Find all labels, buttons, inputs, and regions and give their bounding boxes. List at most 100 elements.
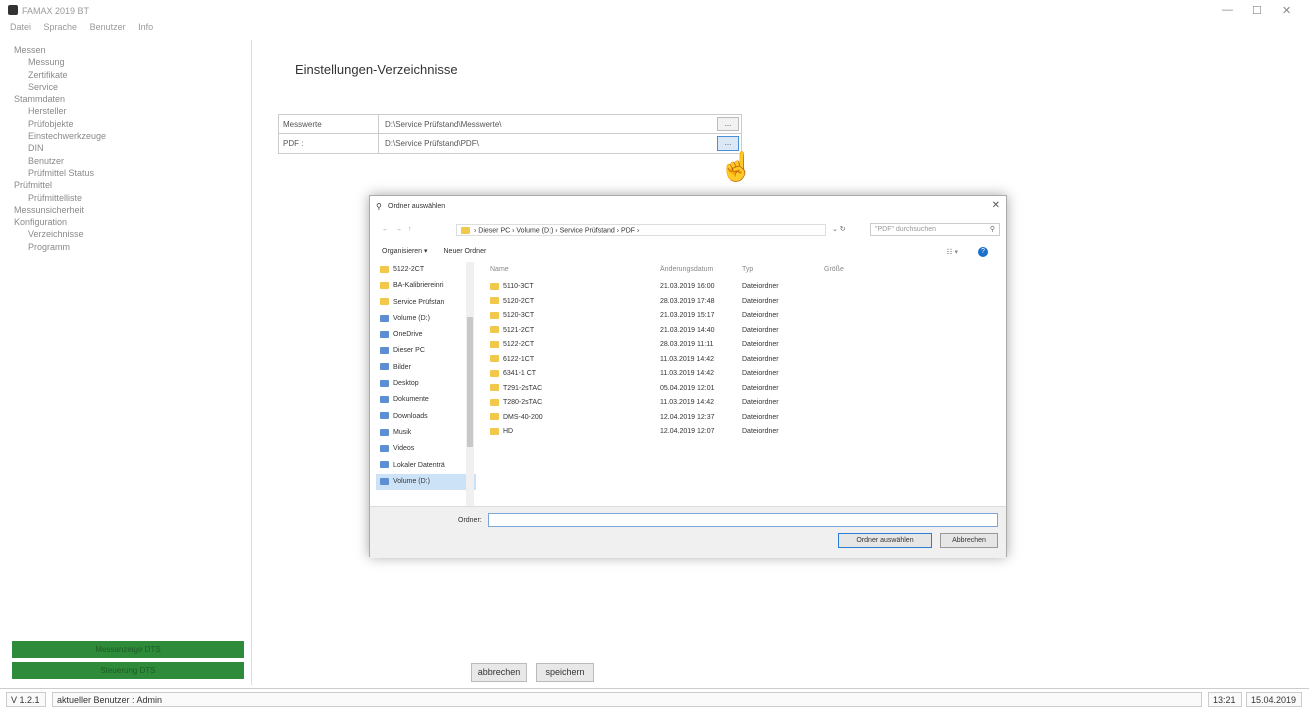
file-row[interactable]: 5121-2CT 21.03.2019 14:40 Dateiordner [484, 324, 984, 339]
file-row[interactable]: 5120-2CT 28.03.2019 17:48 Dateiordner [484, 295, 984, 310]
window-title-bar: FAMAX 2019 BT — ☐ ✕ [0, 0, 1309, 22]
file-list: Name Änderungsdatum Typ Größe 5110-3CT 21… [484, 266, 984, 440]
folder-name-input[interactable] [488, 513, 998, 527]
file-name: 5120-2CT [503, 297, 535, 305]
menu-datei[interactable]: Datei [10, 22, 31, 32]
nav-item[interactable]: BA-Kalibriereinri [376, 278, 476, 294]
maximize-icon[interactable]: ☐ [1252, 4, 1262, 17]
drive-icon [380, 461, 389, 469]
file-name: T280-2sTAC [503, 399, 543, 406]
tree-item[interactable]: Messunsicherheit [14, 204, 251, 216]
file-date: 28.03.2019 11:11 [660, 341, 714, 348]
file-name: 5110-3CT [503, 283, 534, 290]
steuerung-dts-button[interactable]: Steuerung DTS [12, 662, 244, 679]
messwerte-browse-button[interactable]: ... [717, 117, 739, 131]
file-date: 21.03.2019 16:00 [660, 283, 715, 290]
nav-item[interactable]: Volume (D:) [376, 311, 476, 327]
tree-item[interactable]: Benutzer [14, 155, 251, 167]
view-options-icon[interactable]: ☷ ▾ [946, 248, 958, 256]
address-path[interactable]: › Dieser PC › Volume (D:) › Service Prüf… [456, 224, 826, 236]
nav-item-label: BA-Kalibriereinri [393, 282, 444, 290]
nav-item-label: Service Prüfstan [393, 298, 445, 306]
folder-icon [490, 311, 499, 319]
nav-item[interactable]: 5122-2CT [376, 262, 476, 278]
dialog-cancel-button[interactable]: Abbrechen [940, 533, 998, 548]
file-row[interactable]: 6122-1CT 11.03.2019 14:42 Dateiordner [484, 353, 984, 368]
tree-item[interactable]: Messung [14, 56, 251, 68]
nav-item[interactable]: Dokumente [376, 392, 476, 408]
file-type: Dateiordner [742, 413, 779, 421]
nav-item[interactable]: OneDrive [376, 327, 476, 343]
nav-item[interactable]: Downloads [376, 409, 476, 425]
messanzeige-dts-button[interactable]: Messanzeige DTS [12, 641, 244, 658]
tree-item[interactable]: Programm [14, 241, 251, 253]
menu-sprache[interactable]: Sprache [44, 22, 78, 32]
nav-item[interactable]: Desktop [376, 376, 476, 392]
refresh-icon[interactable]: ⌄ ↻ [832, 225, 846, 233]
tree-item[interactable]: Prüfmittel [14, 179, 251, 191]
menu-info[interactable]: Info [138, 22, 153, 32]
nav-item[interactable]: Dieser PC [376, 343, 476, 359]
column-size[interactable]: Größe [824, 266, 884, 280]
file-row[interactable]: 6341-1 CT 11.03.2019 14:42 Dateiordner [484, 367, 984, 382]
search-input[interactable]: "PDF" durchsuchen ⚲ [870, 223, 1000, 236]
file-name: 5121-2CT [503, 326, 535, 334]
nav-item[interactable]: Lokaler Datenträ [376, 458, 476, 474]
tree-item[interactable]: DIN [14, 142, 251, 154]
file-row[interactable]: DMS-40-200 12.04.2019 12:37 Dateiordner [484, 411, 984, 426]
file-date: 21.03.2019 14:40 [660, 326, 715, 334]
file-name-cell: T280-2sTAC [484, 396, 660, 411]
navigation-tree: Messen Messung Zertifikate Service Stammdate… [8, 40, 251, 253]
dialog-title-bar: ⚲ Ordner auswählen ✕ [370, 196, 1006, 216]
nav-item-label: Desktop [393, 380, 419, 388]
file-row[interactable]: T280-2sTAC 11.03.2019 14:42 Dateiordner [484, 396, 984, 411]
nav-item[interactable]: Videos [376, 441, 476, 457]
version-label: V 1.2.1 [6, 692, 46, 707]
minimize-icon[interactable]: — [1222, 4, 1233, 16]
tree-item[interactable]: Messen [14, 44, 251, 56]
help-icon[interactable]: ? [978, 247, 988, 257]
tree-item[interactable]: Hersteller [14, 105, 251, 117]
select-folder-button[interactable]: Ordner auswählen [838, 533, 932, 548]
nav-item[interactable]: Volume (D:) [376, 473, 476, 491]
tree-item[interactable]: Prüfmittelliste [14, 192, 251, 204]
abbrechen-button[interactable]: abbrechen [471, 663, 527, 682]
file-row[interactable]: 5110-3CT 21.03.2019 16:00 Dateiordner [484, 280, 984, 295]
nav-item[interactable]: Bilder [376, 360, 476, 376]
file-name-cell: 5121-2CT [484, 324, 660, 339]
nav-arrows-icon[interactable]: ←→↑ [382, 226, 418, 233]
file-row[interactable]: T291-2sTAC 05.04.2019 12:01 Dateiordner [484, 382, 984, 397]
new-folder-button[interactable]: Neuer Ordner [444, 248, 487, 255]
dialog-close-icon[interactable]: ✕ [992, 200, 1000, 211]
tree-item[interactable]: Einstechwerkzeuge [14, 130, 251, 142]
close-icon[interactable]: ✕ [1282, 4, 1291, 17]
file-row[interactable]: 5120-3CT 21.03.2019 15:17 Dateiordner [484, 309, 984, 324]
messwerte-path-field[interactable]: D:\Service Prüfstand\Messwerte\ [379, 115, 715, 133]
nav-scrollbar[interactable] [466, 262, 474, 506]
nav-item[interactable]: Service Prüfstan [376, 295, 476, 311]
menu-benutzer[interactable]: Benutzer [90, 22, 126, 32]
search-placeholder: "PDF" durchsuchen [875, 226, 936, 233]
column-type[interactable]: Typ [742, 266, 824, 280]
pdf-browse-button[interactable]: ... [717, 136, 739, 151]
address-path-text: › Dieser PC › Volume (D:) › Service Prüf… [474, 227, 640, 235]
column-date[interactable]: Änderungsdatum [660, 266, 742, 280]
column-name[interactable]: Name [484, 266, 660, 280]
folder-icon [490, 326, 499, 334]
tree-item[interactable]: Konfiguration [14, 216, 251, 228]
tree-item[interactable]: Prüfmittel Status [14, 167, 251, 179]
nav-item[interactable]: Musik [376, 425, 476, 441]
tree-item[interactable]: Service [14, 81, 251, 93]
documents-icon [380, 396, 389, 404]
nav-scrollbar-thumb[interactable] [467, 317, 473, 447]
tree-item[interactable]: Stammdaten [14, 93, 251, 105]
file-row[interactable]: HD 12.04.2019 12:07 Dateiordner [484, 425, 984, 440]
tree-item[interactable]: Verzeichnisse [14, 228, 251, 240]
file-type: Dateiordner [742, 399, 779, 406]
speichern-button[interactable]: speichern [536, 663, 594, 682]
file-row[interactable]: 5122-2CT 28.03.2019 11:11 Dateiordner [484, 338, 984, 353]
pdf-path-field[interactable]: D:\Service Prüfstand\PDF\ [379, 134, 715, 153]
organize-button[interactable]: Organisieren ▾ [382, 248, 428, 255]
tree-item[interactable]: Prüfobjekte [14, 118, 251, 130]
tree-item[interactable]: Zertifikate [14, 69, 251, 81]
